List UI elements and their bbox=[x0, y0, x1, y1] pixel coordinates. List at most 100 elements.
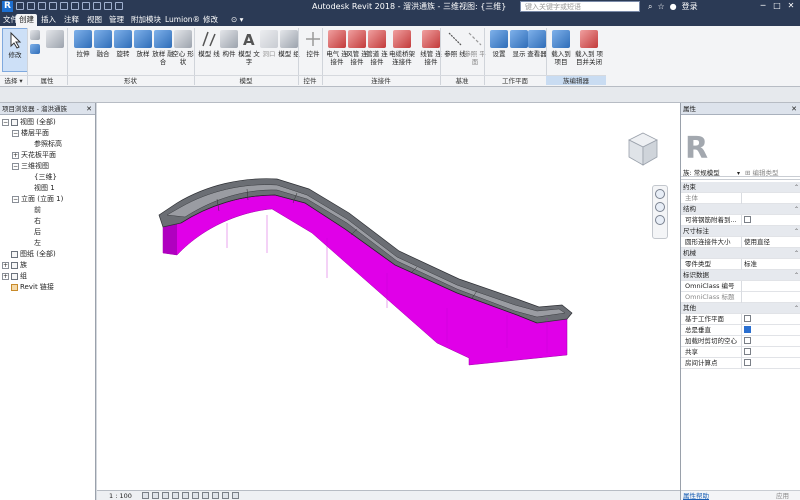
property-checkbox[interactable] bbox=[744, 348, 751, 355]
text-icon[interactable] bbox=[82, 2, 90, 10]
expand-icon[interactable]: + bbox=[12, 151, 19, 159]
property-row[interactable]: 加载时剪切的空心 bbox=[681, 336, 800, 347]
cable-tray-connector-button[interactable]: 电缆桥架 连接件 bbox=[386, 28, 418, 72]
property-section-header[interactable]: 标识数据 ⌃ bbox=[681, 270, 800, 281]
visual-style-icon[interactable] bbox=[152, 492, 159, 499]
tree-node[interactable]: + 天花板平面 bbox=[12, 150, 56, 161]
tab-view[interactable]: 视图 bbox=[84, 14, 105, 26]
property-row[interactable]: 圆形连接件大小 使用直径 bbox=[681, 237, 800, 248]
tree-node[interactable]: 左 bbox=[34, 238, 41, 249]
property-value[interactable] bbox=[741, 215, 797, 226]
property-section-header[interactable]: 尺寸标注 ⌃ bbox=[681, 226, 800, 237]
tree-node[interactable]: − 立面 (立面 1) bbox=[12, 194, 63, 205]
hide-isolate-icon[interactable] bbox=[222, 492, 229, 499]
property-value[interactable] bbox=[741, 281, 797, 292]
property-section-header[interactable]: 结构 ⌃ bbox=[681, 204, 800, 215]
property-row[interactable]: 零件类型 标准 bbox=[681, 259, 800, 270]
print-icon[interactable] bbox=[60, 2, 68, 10]
property-value[interactable] bbox=[741, 336, 797, 347]
tab-create[interactable]: 创建 bbox=[16, 14, 37, 26]
tree-node[interactable]: 视图 1 bbox=[34, 183, 55, 194]
tab-manage[interactable]: 管理 bbox=[106, 14, 127, 26]
tree-node[interactable]: − 视图 (全部) bbox=[2, 117, 56, 128]
search-input[interactable]: 键入关键字或短语 bbox=[520, 1, 640, 12]
tree-node[interactable]: − 三维视图 bbox=[12, 161, 49, 172]
property-row[interactable]: 基于工作平面 bbox=[681, 314, 800, 325]
revit-logo-icon[interactable]: R bbox=[2, 1, 13, 12]
property-row[interactable]: OmniClass 编号 bbox=[681, 281, 800, 292]
tree-node[interactable]: − 楼层平面 bbox=[12, 128, 49, 139]
detail-level-icon[interactable] bbox=[142, 492, 149, 499]
collapse-icon[interactable]: − bbox=[12, 162, 19, 170]
property-checkbox[interactable] bbox=[744, 337, 751, 344]
property-row[interactable]: 总是垂直 bbox=[681, 325, 800, 336]
expand-icon[interactable]: + bbox=[2, 261, 9, 269]
user-icon[interactable]: ● bbox=[670, 2, 677, 11]
tree-node[interactable]: {三维} bbox=[34, 172, 57, 183]
close-hidden-icon[interactable] bbox=[115, 2, 123, 10]
property-value[interactable] bbox=[741, 314, 797, 325]
collapse-icon[interactable]: ⌃ bbox=[794, 182, 799, 193]
chevron-down-icon[interactable]: ▾ bbox=[737, 167, 740, 180]
property-section-header[interactable]: 机械 ⌃ bbox=[681, 248, 800, 259]
undo-icon[interactable] bbox=[38, 2, 46, 10]
tree-node[interactable]: + 组 bbox=[2, 271, 27, 282]
tab-insert[interactable]: 插入 bbox=[38, 14, 59, 26]
property-section-header[interactable]: 约束 ⌃ bbox=[681, 182, 800, 193]
panel-label-select[interactable]: 选择 ▾ bbox=[0, 75, 27, 85]
show-crop-icon[interactable] bbox=[202, 492, 209, 499]
tree-node[interactable]: + 族 bbox=[2, 260, 27, 271]
tree-node[interactable]: 图纸 (全部) bbox=[11, 249, 56, 260]
collapse-icon[interactable]: − bbox=[2, 118, 9, 126]
crop-view-icon[interactable] bbox=[192, 492, 199, 499]
void-forms-button[interactable]: 空心 形状 bbox=[170, 28, 196, 72]
section-icon[interactable] bbox=[104, 2, 112, 10]
family-types-button[interactable] bbox=[44, 28, 66, 72]
property-checkbox[interactable] bbox=[744, 326, 751, 333]
render-icon[interactable] bbox=[182, 492, 189, 499]
redo-icon[interactable] bbox=[49, 2, 57, 10]
maximize-button[interactable]: □ bbox=[770, 0, 784, 12]
close-icon[interactable]: ✕ bbox=[86, 103, 92, 115]
lock-3d-icon[interactable] bbox=[212, 492, 219, 499]
property-checkbox[interactable] bbox=[744, 315, 751, 322]
close-icon[interactable]: ✕ bbox=[791, 103, 797, 115]
view-cube[interactable] bbox=[627, 131, 659, 167]
property-row[interactable]: 共享 bbox=[681, 347, 800, 358]
tab-lumion[interactable]: Lumion® bbox=[162, 14, 203, 26]
property-checkbox[interactable] bbox=[744, 216, 751, 223]
property-checkbox[interactable] bbox=[744, 359, 751, 366]
view-scale[interactable]: 1 : 100 bbox=[109, 491, 132, 500]
shadows-icon[interactable] bbox=[172, 492, 179, 499]
close-button[interactable]: ✕ bbox=[784, 0, 798, 12]
reveal-hidden-icon[interactable] bbox=[232, 492, 239, 499]
property-row[interactable]: OmniClass 标题 bbox=[681, 292, 800, 303]
properties-help-link[interactable]: 属性帮助 bbox=[683, 491, 709, 500]
subscription-icon[interactable]: ☆ bbox=[657, 2, 664, 11]
steering-wheel-icon[interactable] bbox=[655, 189, 665, 199]
load-into-project-button[interactable]: 载入到 项目 bbox=[548, 28, 574, 72]
property-row[interactable]: 可将钢筋附着到... bbox=[681, 215, 800, 226]
property-value[interactable]: 使用直径 bbox=[741, 237, 797, 248]
property-value[interactable] bbox=[741, 347, 797, 358]
tab-annotate[interactable]: 注释 bbox=[61, 14, 82, 26]
tree-node[interactable]: 参照标高 bbox=[34, 139, 62, 150]
collapse-icon[interactable]: − bbox=[12, 129, 19, 137]
collapse-icon[interactable]: ⌃ bbox=[794, 226, 799, 237]
pan-icon[interactable] bbox=[655, 215, 665, 225]
property-value[interactable] bbox=[741, 358, 797, 369]
expand-icon[interactable]: + bbox=[2, 272, 9, 280]
property-row[interactable]: 主体 bbox=[681, 193, 800, 204]
3d-view-icon[interactable] bbox=[93, 2, 101, 10]
collapse-icon[interactable]: ⌃ bbox=[794, 204, 799, 215]
tree-node[interactable]: 前 bbox=[34, 205, 41, 216]
tree-node[interactable]: 后 bbox=[34, 227, 41, 238]
property-value[interactable] bbox=[741, 193, 797, 204]
collapse-icon[interactable]: ⌃ bbox=[794, 248, 799, 259]
apply-button[interactable]: 应用 bbox=[776, 491, 789, 500]
open-icon[interactable] bbox=[16, 2, 24, 10]
property-value[interactable] bbox=[741, 325, 797, 336]
sun-path-icon[interactable] bbox=[162, 492, 169, 499]
tab-modify[interactable]: 修改 bbox=[200, 14, 221, 26]
tab-addins[interactable]: 附加模块 bbox=[128, 14, 164, 26]
